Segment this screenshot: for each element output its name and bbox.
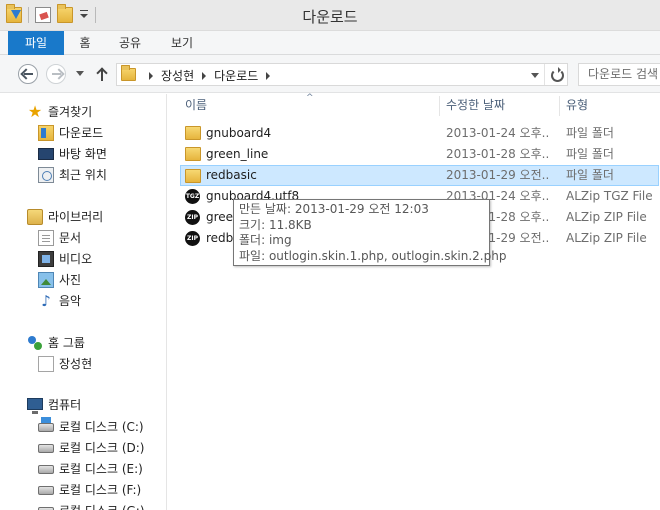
tooltip-folders: 폴더: img <box>239 233 292 247</box>
navigation-bar: 장성현 다운로드 다운로드 검색 <box>0 55 660 93</box>
tab-view[interactable]: 보기 <box>164 31 200 55</box>
file-type: ALZip ZIP File <box>566 231 647 245</box>
breadcrumb-downloads[interactable]: 다운로드 <box>214 67 258 84</box>
file-list: ^ 이름 수정한 날짜 유형 gnuboard4 2013-01-24 오후..… <box>168 93 660 510</box>
nav-label: 음악 <box>59 294 82 308</box>
nav-label: 로컬 디스크 (E:) <box>59 462 143 476</box>
nav-label: 장성현 <box>59 357 93 371</box>
tgz-icon: TGZ <box>185 189 200 204</box>
downloads-folder-icon <box>121 65 136 81</box>
star-icon: ★ <box>27 102 43 121</box>
file-type: 파일 폴더 <box>566 147 614 161</box>
file-row[interactable]: gnuboard4 2013-01-24 오후... 파일 폴더 <box>181 123 660 144</box>
user-icon <box>38 356 54 372</box>
file-name: gnuboard4 <box>206 126 272 140</box>
tooltip-size: 크기: 11.8KB <box>239 217 312 232</box>
tab-home[interactable]: 홈 <box>70 31 100 55</box>
nav-label: 라이브러리 <box>48 210 104 224</box>
documents-icon <box>38 230 54 246</box>
breadcrumb-user[interactable]: 장성현 <box>161 67 194 84</box>
column-header-name[interactable]: 이름 <box>185 94 207 116</box>
back-button[interactable] <box>18 64 38 84</box>
pictures-icon <box>38 272 54 288</box>
chevron-down-icon[interactable] <box>531 73 539 78</box>
title-bar: 다운로드 <box>0 0 660 31</box>
library-icon <box>27 209 43 225</box>
file-date: 2013-01-24 오후... <box>446 126 550 140</box>
column-header-type[interactable]: 유형 <box>566 94 588 116</box>
tab-share[interactable]: 공유 <box>112 31 148 55</box>
forward-button[interactable] <box>46 64 66 84</box>
up-arrow-icon[interactable] <box>96 66 108 82</box>
window-title: 다운로드 <box>302 8 358 26</box>
ribbon-tabs: 파일 홈 공유 보기 <box>0 31 660 55</box>
address-bar[interactable]: 장성현 다운로드 <box>116 63 568 86</box>
video-icon <box>38 251 54 267</box>
file-date: 2013-01-28 오후... <box>446 147 550 161</box>
folder-info-tooltip: 만든 날짜: 2013-01-29 오전 12:03 크기: 11.8KB 폴더… <box>233 199 507 266</box>
sort-ascending-icon: ^ <box>306 93 314 103</box>
tooltip-created: 만든 날짜: 2013-01-29 오전 12:03 <box>239 202 429 216</box>
zip-icon: ZIP <box>185 231 200 246</box>
drive-icon <box>38 486 54 495</box>
drive-icon <box>38 444 54 453</box>
zip-icon: ZIP <box>185 210 200 225</box>
folder-icon <box>185 126 201 140</box>
file-row[interactable]: green_line 2013-01-28 오후... 파일 폴더 <box>181 144 660 165</box>
navigation-pane: ★ 즐겨찾기 다운로드 바탕 화면 최근 위치 라이브러리 문서 비디오 사진 … <box>0 94 167 510</box>
breadcrumb: 장성현 다운로드 <box>141 67 278 84</box>
file-row-selected[interactable]: redbasic 2013-01-29 오전... 파일 폴더 <box>180 165 659 186</box>
file-type: 파일 폴더 <box>566 126 614 140</box>
refresh-icon[interactable] <box>544 64 567 85</box>
nav-label: 홈 그룹 <box>48 336 85 350</box>
file-type: ALZip TGZ File <box>566 189 653 203</box>
nav-label: 즐겨찾기 <box>48 105 93 119</box>
file-type: ALZip ZIP File <box>566 210 647 224</box>
nav-label: 로컬 디스크 (C:) <box>59 420 144 434</box>
homegroup-icon <box>27 335 43 351</box>
file-type: 파일 폴더 <box>566 168 614 182</box>
nav-label: 로컬 디스크 (D:) <box>59 441 145 455</box>
desktop-icon <box>38 148 54 160</box>
tooltip-files: 파일: outlogin.skin.1.php, outlogin.skin.2… <box>239 248 507 263</box>
column-divider[interactable] <box>559 96 560 116</box>
chevron-right-icon[interactable] <box>149 71 153 80</box>
chevron-right-icon[interactable] <box>202 71 207 80</box>
nav-label: 다운로드 <box>59 126 104 140</box>
recent-places-icon <box>38 167 54 183</box>
file-date: 2013-01-29 오전... <box>446 168 550 182</box>
nav-label: 바탕 화면 <box>59 147 107 161</box>
file-name: green_line <box>206 147 269 161</box>
music-icon: ♪ <box>41 292 51 310</box>
nav-label: 로컬 디스크 (F:) <box>59 483 142 497</box>
nav-label: 최근 위치 <box>59 168 107 182</box>
downloads-folder-icon <box>38 125 54 141</box>
file-name: redbasic <box>206 168 257 182</box>
nav-label: 사진 <box>59 273 82 287</box>
computer-icon <box>27 398 43 414</box>
nav-label: 문서 <box>59 231 82 245</box>
nav-label: 로컬 디스크 (G:) <box>59 501 145 510</box>
system-drive-icon <box>38 417 54 432</box>
folder-icon <box>185 147 201 161</box>
recent-locations-icon[interactable] <box>76 71 84 76</box>
drive-icon <box>38 465 54 474</box>
folder-icon <box>185 169 201 183</box>
column-divider[interactable] <box>439 96 440 116</box>
column-header-date[interactable]: 수정한 날짜 <box>446 94 505 116</box>
chevron-right-icon[interactable] <box>266 71 271 80</box>
search-input[interactable]: 다운로드 검색 <box>578 63 660 86</box>
nav-label: 컴퓨터 <box>48 398 82 412</box>
tab-file[interactable]: 파일 <box>8 31 64 55</box>
nav-label: 비디오 <box>59 252 93 266</box>
